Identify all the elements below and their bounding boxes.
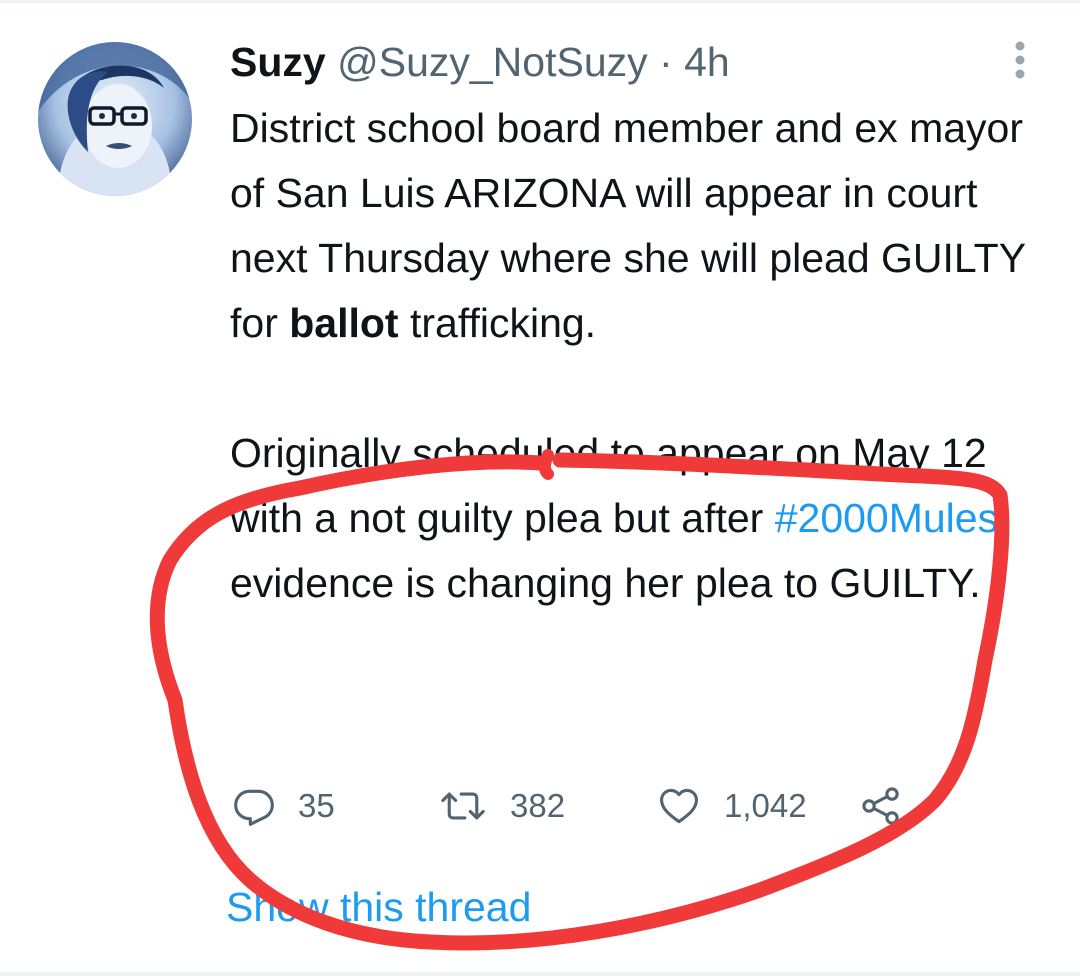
tweet-text: District school board member and ex mayo… bbox=[230, 96, 1060, 616]
more-options-icon[interactable] bbox=[1010, 38, 1030, 84]
share-icon bbox=[862, 787, 899, 825]
reply-button[interactable]: 35 bbox=[232, 783, 335, 829]
reply-count: 35 bbox=[298, 787, 335, 824]
paragraph-1-end: trafficking. bbox=[398, 300, 597, 346]
avatar-image bbox=[38, 42, 192, 196]
tweet-timestamp[interactable]: 4h bbox=[684, 39, 730, 85]
avatar[interactable] bbox=[38, 42, 192, 196]
retweet-button[interactable]: 382 bbox=[438, 783, 565, 829]
top-divider bbox=[0, 0, 1080, 3]
author-name[interactable]: Suzy bbox=[230, 39, 326, 85]
share-button[interactable] bbox=[858, 783, 904, 829]
tweet-header: Suzy @Suzy_NotSuzy · 4h bbox=[230, 38, 730, 86]
author-handle[interactable]: @Suzy_NotSuzy bbox=[337, 39, 648, 85]
like-button[interactable]: 1,042 bbox=[656, 783, 807, 829]
header-separator: · bbox=[659, 39, 673, 85]
bold-word: ballot bbox=[289, 300, 399, 346]
like-count: 1,042 bbox=[724, 787, 807, 824]
hashtag-link[interactable]: #2000Mules bbox=[775, 495, 998, 541]
show-thread-link[interactable]: Show this thread bbox=[226, 883, 531, 931]
heart-icon bbox=[660, 788, 698, 824]
paragraph-2-end: evidence is changing her plea to GUILTY. bbox=[230, 560, 981, 606]
reply-icon bbox=[234, 789, 274, 826]
tweet-paragraph-1: District school board member and ex mayo… bbox=[230, 96, 1060, 356]
bottom-divider bbox=[0, 972, 1080, 976]
tweet-paragraph-2: Originally scheduled to appear on May 12… bbox=[230, 421, 1060, 616]
retweet-count: 382 bbox=[510, 787, 566, 824]
retweet-icon bbox=[441, 792, 485, 820]
